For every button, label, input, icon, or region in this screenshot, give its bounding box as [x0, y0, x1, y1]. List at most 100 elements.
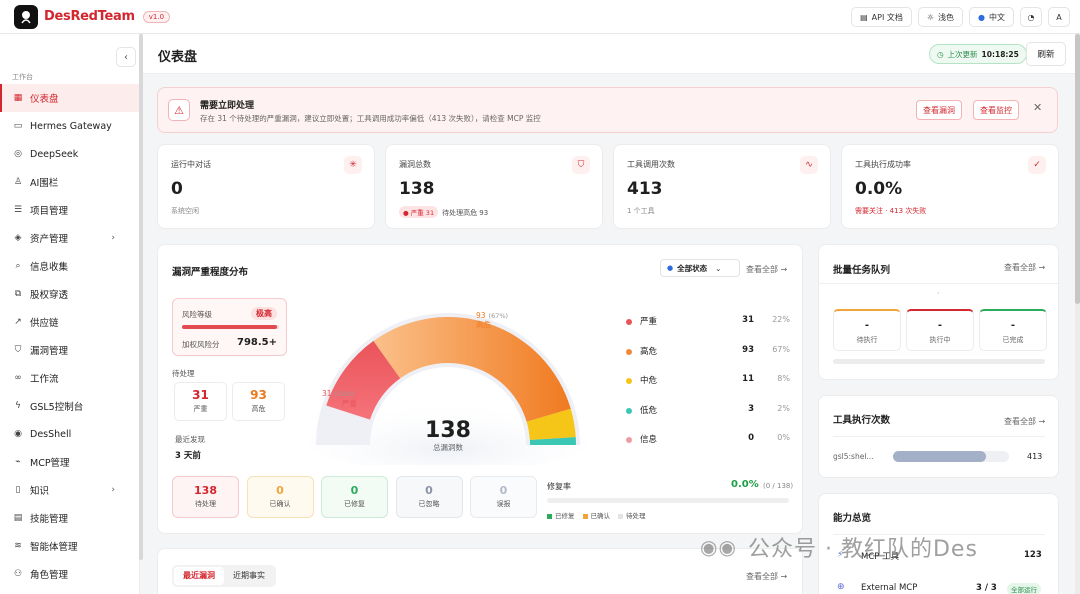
- sidebar-item-15[interactable]: ▤ 技能管理: [0, 504, 139, 532]
- chevron-right-icon: ›: [111, 233, 115, 243]
- sidebar-item-0[interactable]: ▦ 仪表盘: [0, 84, 139, 112]
- batch-queue-view-all-link[interactable]: 查看全部 →: [1004, 262, 1045, 273]
- sidebar-item-7[interactable]: ⧉ 股权穿透: [0, 280, 139, 308]
- pending-critical-label: 严重: [193, 405, 208, 413]
- bell-icon: ◔: [1027, 12, 1035, 22]
- collapse-sidebar-button[interactable]: ‹: [116, 47, 136, 67]
- page-title: 仪表盘: [158, 50, 198, 65]
- recent-view-all-link[interactable]: 查看全部 →: [746, 571, 787, 582]
- sidebar-item-8[interactable]: ↗ 供应链: [0, 308, 139, 336]
- legend-row-4[interactable]: 信息 0 0%: [626, 433, 790, 447]
- sidebar-item-13[interactable]: ⌁ MCP管理: [0, 448, 139, 476]
- layers-icon: ◈: [14, 233, 22, 243]
- shield-icon: ⛉: [572, 156, 590, 174]
- sidebar-item-5[interactable]: ◈ 资产管理 ›: [0, 224, 139, 252]
- score-value: 798.5+: [236, 337, 277, 348]
- legend-name: 高危: [640, 346, 658, 357]
- queue-box-value: -: [864, 320, 870, 331]
- stat-label: 工具执行成功率: [855, 160, 911, 169]
- tab-recent-vulns[interactable]: 最近漏洞: [174, 567, 224, 585]
- legend-name: 信息: [640, 435, 658, 445]
- legend-row-3[interactable]: 低危 3 2%: [626, 403, 790, 418]
- status-filter-select[interactable]: ● 全部状态 ⌄: [660, 259, 740, 277]
- legend-dot: [626, 319, 632, 325]
- doc-icon: ▤: [860, 12, 868, 22]
- warning-icon: ⚠: [168, 99, 190, 121]
- sidebar-item-3[interactable]: ♙ AI围栏: [0, 168, 139, 196]
- severity-view-all-link[interactable]: 查看全部 →: [746, 264, 787, 275]
- divider: [819, 283, 1060, 284]
- top-bar: DesRedTeam v1.0 ▤ API 文档 ☼ 浅色 ● 中文 ◔ A: [0, 0, 1080, 34]
- sidebar-item-4[interactable]: ☰ 项目管理: [0, 196, 139, 224]
- api-docs-button[interactable]: ▤ API 文档: [851, 7, 912, 27]
- refresh-button[interactable]: 刷新: [1026, 42, 1066, 66]
- stat-card-vulns[interactable]: 漏洞总数 ⛉ 138 ● 严重 31 待处理高危 93: [385, 144, 603, 229]
- sidebar-item-label: 供应链: [30, 318, 59, 329]
- status-box-2[interactable]: 0 已修复: [321, 476, 388, 518]
- legend-row-1[interactable]: 高危 93 67%: [626, 345, 790, 359]
- batch-queue-title: 批量任务队列: [833, 265, 891, 276]
- risk-bar-fill: [182, 325, 278, 329]
- arc-label-high-pct: (67%): [489, 312, 509, 320]
- status-box-1[interactable]: 0 已确认: [246, 476, 314, 518]
- status-box-0[interactable]: 138 待处理: [172, 476, 239, 518]
- sidebar-item-1[interactable]: ▭ Hermes Gateway: [0, 112, 139, 140]
- sidebar-item-10[interactable]: ∞ 工作流: [0, 364, 139, 392]
- legend-pct: 2%: [777, 403, 790, 413]
- status-box-3[interactable]: 0 已忽略: [395, 476, 463, 518]
- brand-logo[interactable]: DesRedTeam v1.0: [14, 4, 171, 29]
- theme-toggle-button[interactable]: ☼ 浅色: [917, 7, 964, 27]
- bolt-icon: ϟ: [15, 401, 21, 411]
- status-box-4[interactable]: 0 误报: [470, 476, 537, 518]
- api-docs-label: API 文档: [871, 12, 903, 22]
- view-monitor-button[interactable]: 查看监控: [973, 100, 1019, 120]
- view-vulns-button[interactable]: 查看漏洞: [916, 100, 962, 120]
- queue-box-1[interactable]: - 执行中: [906, 309, 974, 351]
- status-box-label: 已确认: [269, 500, 291, 508]
- sidebar-item-14[interactable]: ▯ 知识 ›: [0, 476, 139, 504]
- stat-sub: 需要关注 · 413 次失败: [855, 207, 927, 215]
- notification-button[interactable]: ◔: [1020, 7, 1042, 27]
- sidebar-item-17[interactable]: ⚇ 角色管理: [0, 560, 139, 588]
- sidebar-item-6[interactable]: ⌕ 信息收集: [0, 252, 139, 280]
- close-icon[interactable]: ✕: [1033, 101, 1042, 114]
- batch-queue-card: 批量任务队列 查看全部 → · - 待执行 - 执行中 - 已完成: [818, 244, 1060, 380]
- stat-card-running-chats[interactable]: 运行中对话 ✳ 0 系统空闲: [157, 144, 375, 229]
- sidebar-item-11[interactable]: ϟ GSL5控制台: [0, 392, 139, 420]
- capability-title: 能力总览: [833, 513, 872, 524]
- legend-row-2[interactable]: 中危 11 8%: [626, 374, 790, 388]
- sidebar-item-16[interactable]: ≋ 智能体管理: [0, 532, 139, 560]
- sidebar-item-label: 智能体管理: [30, 542, 78, 553]
- recent-found-value: 3 天前: [175, 451, 201, 461]
- sidebar-item-2[interactable]: ◎ DeepSeek: [0, 140, 139, 168]
- risk-level-badge: 极高: [251, 307, 277, 320]
- stat-card-tool-calls[interactable]: 工具调用次数 ∿ 413 1 个工具: [613, 144, 831, 229]
- pending-critical-box[interactable]: 31 严重: [174, 382, 227, 421]
- plug-icon: ⌁: [15, 457, 21, 467]
- fix-rate-bar: [547, 498, 789, 503]
- queue-box-0[interactable]: - 待执行: [833, 309, 901, 351]
- user-avatar-button[interactable]: A: [1048, 7, 1070, 27]
- stat-card-success-rate[interactable]: 工具执行成功率 ✓ 0.0% 需要关注 · 413 次失败: [841, 144, 1059, 229]
- queue-box-2[interactable]: - 已完成: [979, 309, 1047, 351]
- globe-icon: ●: [978, 12, 985, 22]
- language-button[interactable]: ● 中文: [969, 7, 1014, 27]
- wechat-icon: ◉◉: [700, 535, 737, 559]
- queue-box-label: 待执行: [856, 336, 878, 344]
- legend-row-0[interactable]: 严重 31 22%: [626, 315, 790, 329]
- legend-pending: 待处理: [618, 510, 646, 520]
- sidebar-scrollbar[interactable]: [139, 34, 143, 560]
- page-scrollbar-thumb[interactable]: [1075, 34, 1080, 304]
- all-running-badge: 全部运行: [1007, 583, 1041, 594]
- tab-recent-facts[interactable]: 近期事实: [224, 567, 274, 585]
- risk-level-box: 风险等级 极高 加权风险分 798.5+: [172, 298, 287, 356]
- sidebar-item-12[interactable]: ◉ DesShell: [0, 420, 139, 448]
- avatar-icon: A: [1056, 12, 1062, 22]
- status-box-value: 0: [499, 484, 508, 497]
- pending-high-box[interactable]: 93 高危: [232, 382, 285, 421]
- page-scrollbar[interactable]: [1075, 34, 1080, 594]
- legend-count: 3: [748, 403, 754, 414]
- tool-exec-view-all-link[interactable]: 查看全部 →: [1004, 416, 1045, 427]
- version-badge: v1.0: [142, 10, 171, 23]
- sidebar-item-9[interactable]: ⛉ 漏洞管理: [0, 336, 139, 364]
